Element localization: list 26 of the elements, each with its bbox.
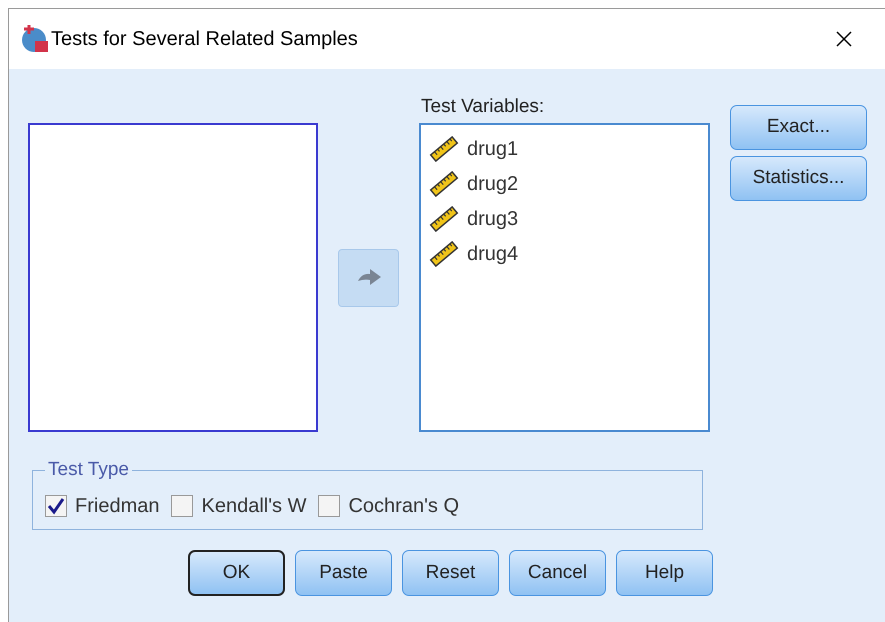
move-button[interactable] bbox=[338, 248, 399, 306]
variable-name[interactable]: drug4 bbox=[467, 238, 518, 268]
close-icon[interactable] bbox=[836, 31, 852, 47]
checkbox[interactable] bbox=[171, 494, 194, 516]
checkbox[interactable] bbox=[318, 494, 340, 516]
window-title: Tests for Several Related Samples bbox=[51, 27, 358, 52]
test-type-title: Test Type bbox=[47, 458, 130, 482]
test-variables-label: Test Variables: bbox=[420, 95, 546, 119]
dialog-button[interactable]: Cancel bbox=[509, 550, 606, 596]
dialog-button[interactable]: Reset bbox=[402, 550, 499, 596]
checkbox-label[interactable]: Cochran's Q bbox=[348, 490, 459, 520]
app-icon bbox=[21, 25, 49, 53]
dialog-button[interactable]: Paste bbox=[295, 550, 392, 596]
arrow-right-icon bbox=[356, 268, 382, 286]
dialog-button[interactable]: Statistics... bbox=[730, 156, 867, 201]
checkbox[interactable] bbox=[45, 494, 67, 516]
test-variables-list[interactable]: drug1 drug2 drug3 drug4 bbox=[419, 123, 710, 432]
dialog-button[interactable]: Exact... bbox=[730, 105, 867, 150]
dialog-button[interactable]: Help bbox=[616, 550, 713, 596]
variable-name[interactable]: drug2 bbox=[467, 168, 518, 198]
source-variable-list[interactable] bbox=[28, 123, 318, 432]
checkbox-label[interactable]: Friedman bbox=[75, 490, 160, 520]
variable-name[interactable]: drug3 bbox=[467, 204, 518, 234]
dialog-button[interactable]: OK bbox=[188, 550, 285, 596]
variable-name[interactable]: drug1 bbox=[467, 134, 518, 164]
checkbox-label[interactable]: Kendall's W bbox=[201, 490, 306, 520]
